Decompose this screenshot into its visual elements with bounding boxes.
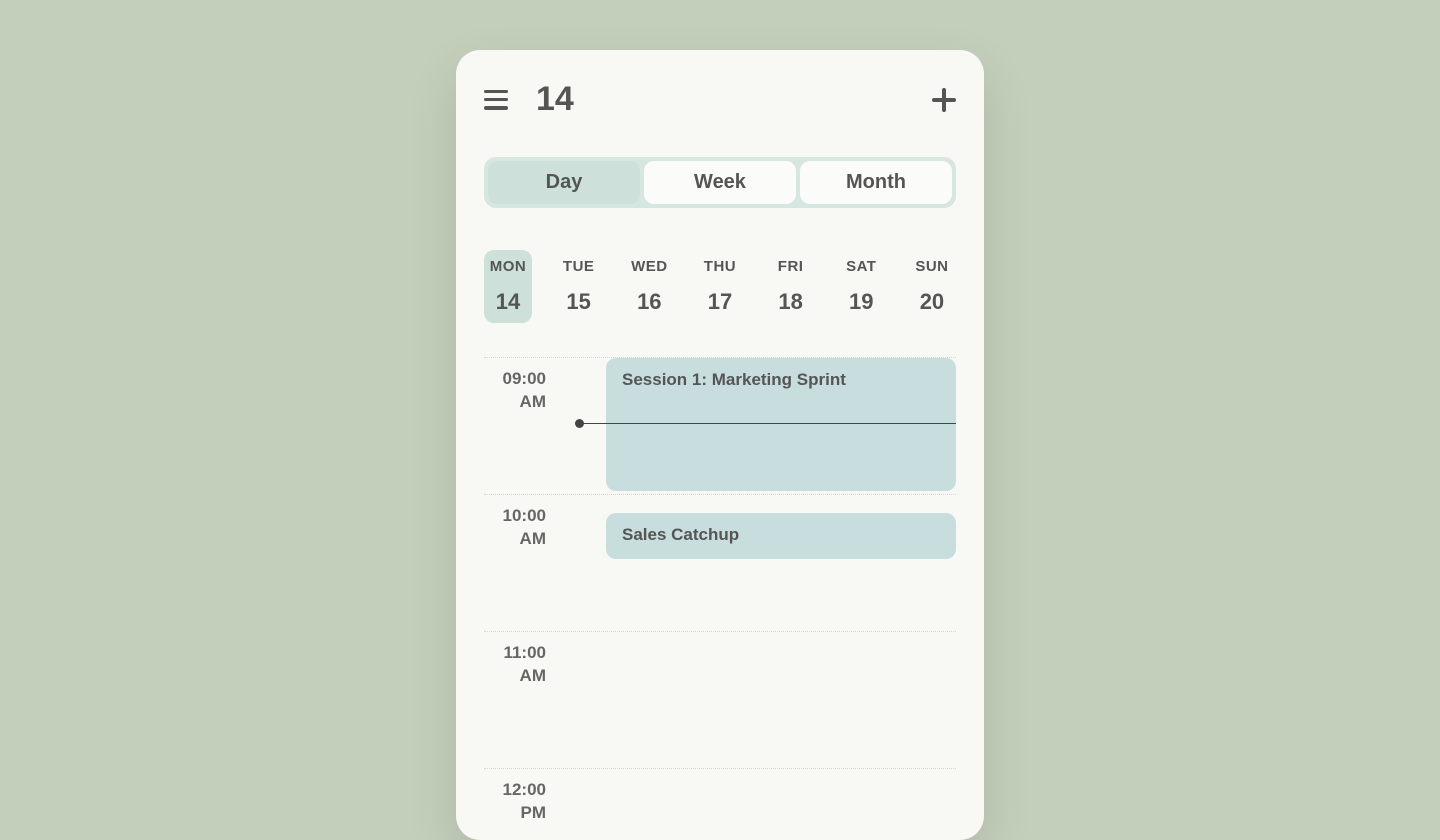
dow-label: THU bbox=[704, 258, 736, 275]
events-col: Sales Catchup bbox=[564, 495, 956, 631]
timeline: 09:00AM Session 1: Marketing Sprint 10:0… bbox=[484, 357, 956, 840]
day-tue[interactable]: TUE 15 bbox=[555, 250, 603, 323]
dow-label: TUE bbox=[563, 258, 595, 275]
day-number: 14 bbox=[496, 289, 520, 315]
event-sales-catchup[interactable]: Sales Catchup bbox=[606, 513, 956, 559]
dow-label: WED bbox=[631, 258, 668, 275]
slot-10: 10:00AM Sales Catchup bbox=[484, 494, 956, 631]
events-col bbox=[564, 769, 956, 840]
events-col bbox=[564, 632, 956, 768]
slot-09: 09:00AM Session 1: Marketing Sprint bbox=[484, 357, 956, 494]
tab-month[interactable]: Month bbox=[800, 161, 952, 204]
header-date: 14 bbox=[536, 80, 574, 119]
current-time-indicator bbox=[580, 423, 956, 424]
day-thu[interactable]: THU 17 bbox=[696, 250, 744, 323]
day-fri[interactable]: FRI 18 bbox=[767, 250, 815, 323]
week-row: MON 14 TUE 15 WED 16 THU 17 FRI 18 SAT 1… bbox=[484, 250, 956, 323]
time-label: 12:00PM bbox=[484, 769, 564, 840]
events-col: Session 1: Marketing Sprint bbox=[564, 358, 956, 494]
dow-label: SAT bbox=[846, 258, 876, 275]
slot-12: 12:00PM bbox=[484, 768, 956, 840]
day-number: 20 bbox=[920, 289, 944, 315]
current-time-dot bbox=[575, 419, 584, 428]
time-label: 11:00AM bbox=[484, 632, 564, 768]
dow-label: SUN bbox=[915, 258, 948, 275]
dow-label: FRI bbox=[778, 258, 804, 275]
day-number: 15 bbox=[566, 289, 590, 315]
event-marketing-sprint[interactable]: Session 1: Marketing Sprint bbox=[606, 358, 956, 491]
time-label: 10:00AM bbox=[484, 495, 564, 631]
header: 14 bbox=[484, 80, 956, 119]
header-left: 14 bbox=[484, 80, 574, 119]
dow-label: MON bbox=[490, 258, 527, 275]
day-number: 18 bbox=[778, 289, 802, 315]
add-icon[interactable] bbox=[932, 88, 956, 112]
day-number: 19 bbox=[849, 289, 873, 315]
tab-day[interactable]: Day bbox=[488, 161, 640, 204]
day-mon[interactable]: MON 14 bbox=[484, 250, 532, 323]
day-number: 16 bbox=[637, 289, 661, 315]
day-sun[interactable]: SUN 20 bbox=[908, 250, 956, 323]
calendar-card: 14 Day Week Month MON 14 TUE 15 WED 16 T… bbox=[456, 50, 984, 840]
day-number: 17 bbox=[708, 289, 732, 315]
slot-11: 11:00AM bbox=[484, 631, 956, 768]
time-label: 09:00AM bbox=[484, 358, 564, 494]
tab-week[interactable]: Week bbox=[644, 161, 796, 204]
view-tabs: Day Week Month bbox=[484, 157, 956, 208]
day-wed[interactable]: WED 16 bbox=[625, 250, 673, 323]
day-sat[interactable]: SAT 19 bbox=[837, 250, 885, 323]
menu-icon[interactable] bbox=[484, 90, 508, 110]
